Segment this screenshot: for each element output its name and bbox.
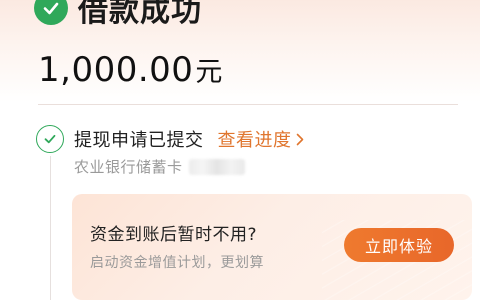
bank-name: 农业银行储蓄卡 [74, 158, 183, 176]
step-title: 提现申请已提交 [74, 130, 204, 151]
try-now-button[interactable]: 立即体验 [344, 228, 454, 262]
divider [38, 104, 458, 105]
promo-title: 资金到账后暂时不用? [90, 225, 258, 245]
timeline-line [50, 156, 51, 300]
bank-card-info: 农业银行储蓄卡 [74, 156, 245, 177]
chevron-right-icon [296, 133, 304, 146]
success-header: 借款成功 [34, 0, 202, 30]
masked-card-number [188, 158, 245, 175]
loan-amount: 1,000.00 元 [38, 50, 222, 90]
check-icon [34, 0, 68, 25]
step-check-icon [36, 125, 64, 153]
view-progress-label: 查看进度 [217, 130, 292, 151]
withdraw-step: 提现申请已提交 查看进度 [36, 125, 304, 153]
page-title: 借款成功 [78, 0, 202, 29]
view-progress-link[interactable]: 查看进度 [218, 126, 304, 152]
promo-subtitle: 启动资金增值计划，更划算 [90, 255, 264, 271]
amount-unit: 元 [195, 57, 223, 88]
amount-value: 1,000.00 [38, 50, 194, 90]
promo-card: 资金到账后暂时不用? 启动资金增值计划，更划算 立即体验 [72, 194, 472, 300]
